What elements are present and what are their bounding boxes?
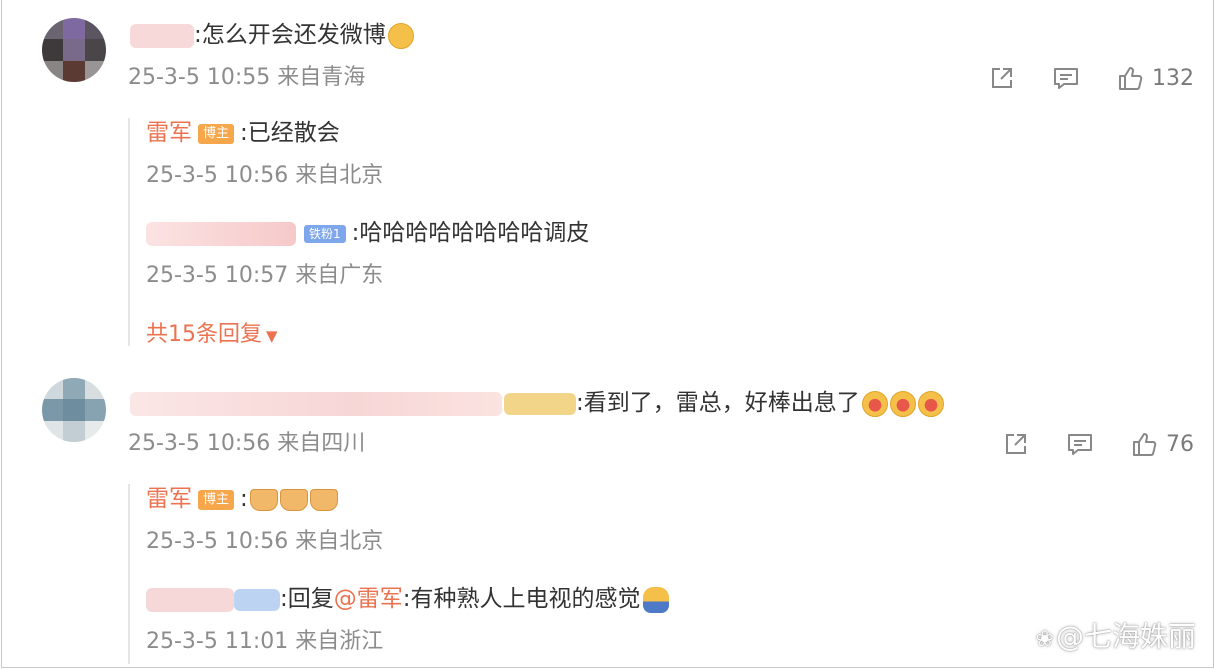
crying-emoji-icon [861,390,888,417]
author-link[interactable]: 雷军 [146,120,192,146]
comment-meta: 25-3-5 10:56 来自四川 [128,431,366,456]
comment-actions: 76 [1002,428,1194,460]
comment-meta: 25-3-5 10:55 来自青海 [128,65,366,90]
reply-divider [128,484,130,664]
share-icon [988,64,1016,92]
username[interactable] [146,221,296,246]
crying-emoji-icon [889,390,916,417]
comment-text: :看到了，雷总，好棒出息了 [130,388,944,418]
username[interactable] [146,587,234,612]
comment-button[interactable] [1052,64,1080,92]
comment-actions: 132 [988,62,1194,94]
like-count: 132 [1152,65,1194,91]
reply-meta: 25-3-5 10:56 来自北京 [146,163,384,188]
paw-icon: ❀ [1035,627,1054,652]
person-emoji-icon [642,586,669,613]
reply-meta: 25-3-5 10:57 来自广东 [146,263,384,288]
mention-link[interactable]: @雷军 [334,586,403,612]
username[interactable] [130,391,502,416]
more-replies-link[interactable]: 共15条回复 ▼ [146,316,278,348]
comment-icon [1052,64,1080,92]
host-badge: 博主 [198,123,235,144]
like-button[interactable]: 132 [1116,64,1194,92]
pray-emoji-icon [309,488,338,511]
avatar[interactable] [42,18,106,82]
host-badge: 博主 [198,489,235,510]
comment-text: :怎么开会还发微博 [130,20,414,50]
reply-text: :回复@雷军:有种熟人上电视的感觉 [146,584,669,614]
author-link[interactable]: 雷军 [146,486,192,512]
comment-icon [1066,430,1094,458]
user-badge [504,392,576,415]
reply-meta: 25-3-5 11:01 来自浙江 [146,629,384,654]
reply-meta: 25-3-5 10:56 来自北京 [146,529,384,554]
share-button[interactable] [988,64,1016,92]
reply-text: 铁粉1:哈哈哈哈哈哈哈哈调皮 [146,218,589,248]
like-count: 76 [1166,431,1194,457]
reply-text: 雷军 博主: [146,484,338,514]
comment-button[interactable] [1066,430,1094,458]
like-button[interactable]: 76 [1130,430,1194,458]
share-icon [1002,430,1030,458]
smirk-emoji-icon [387,22,414,49]
pray-emoji-icon [279,488,308,511]
pray-emoji-icon [249,488,278,511]
caret-down-icon: ▼ [266,327,278,345]
crying-emoji-icon [917,390,944,417]
avatar[interactable] [42,378,106,442]
share-button[interactable] [1002,430,1030,458]
fan-badge: 铁粉1 [304,224,346,243]
watermark: ❀@七海姝丽 [1035,620,1196,653]
reply-divider [128,118,130,346]
like-icon [1116,64,1144,92]
reply-text: 雷军 博主:已经散会 [146,120,340,146]
like-icon [1130,430,1158,458]
user-badge [234,588,280,611]
username[interactable] [130,23,194,48]
